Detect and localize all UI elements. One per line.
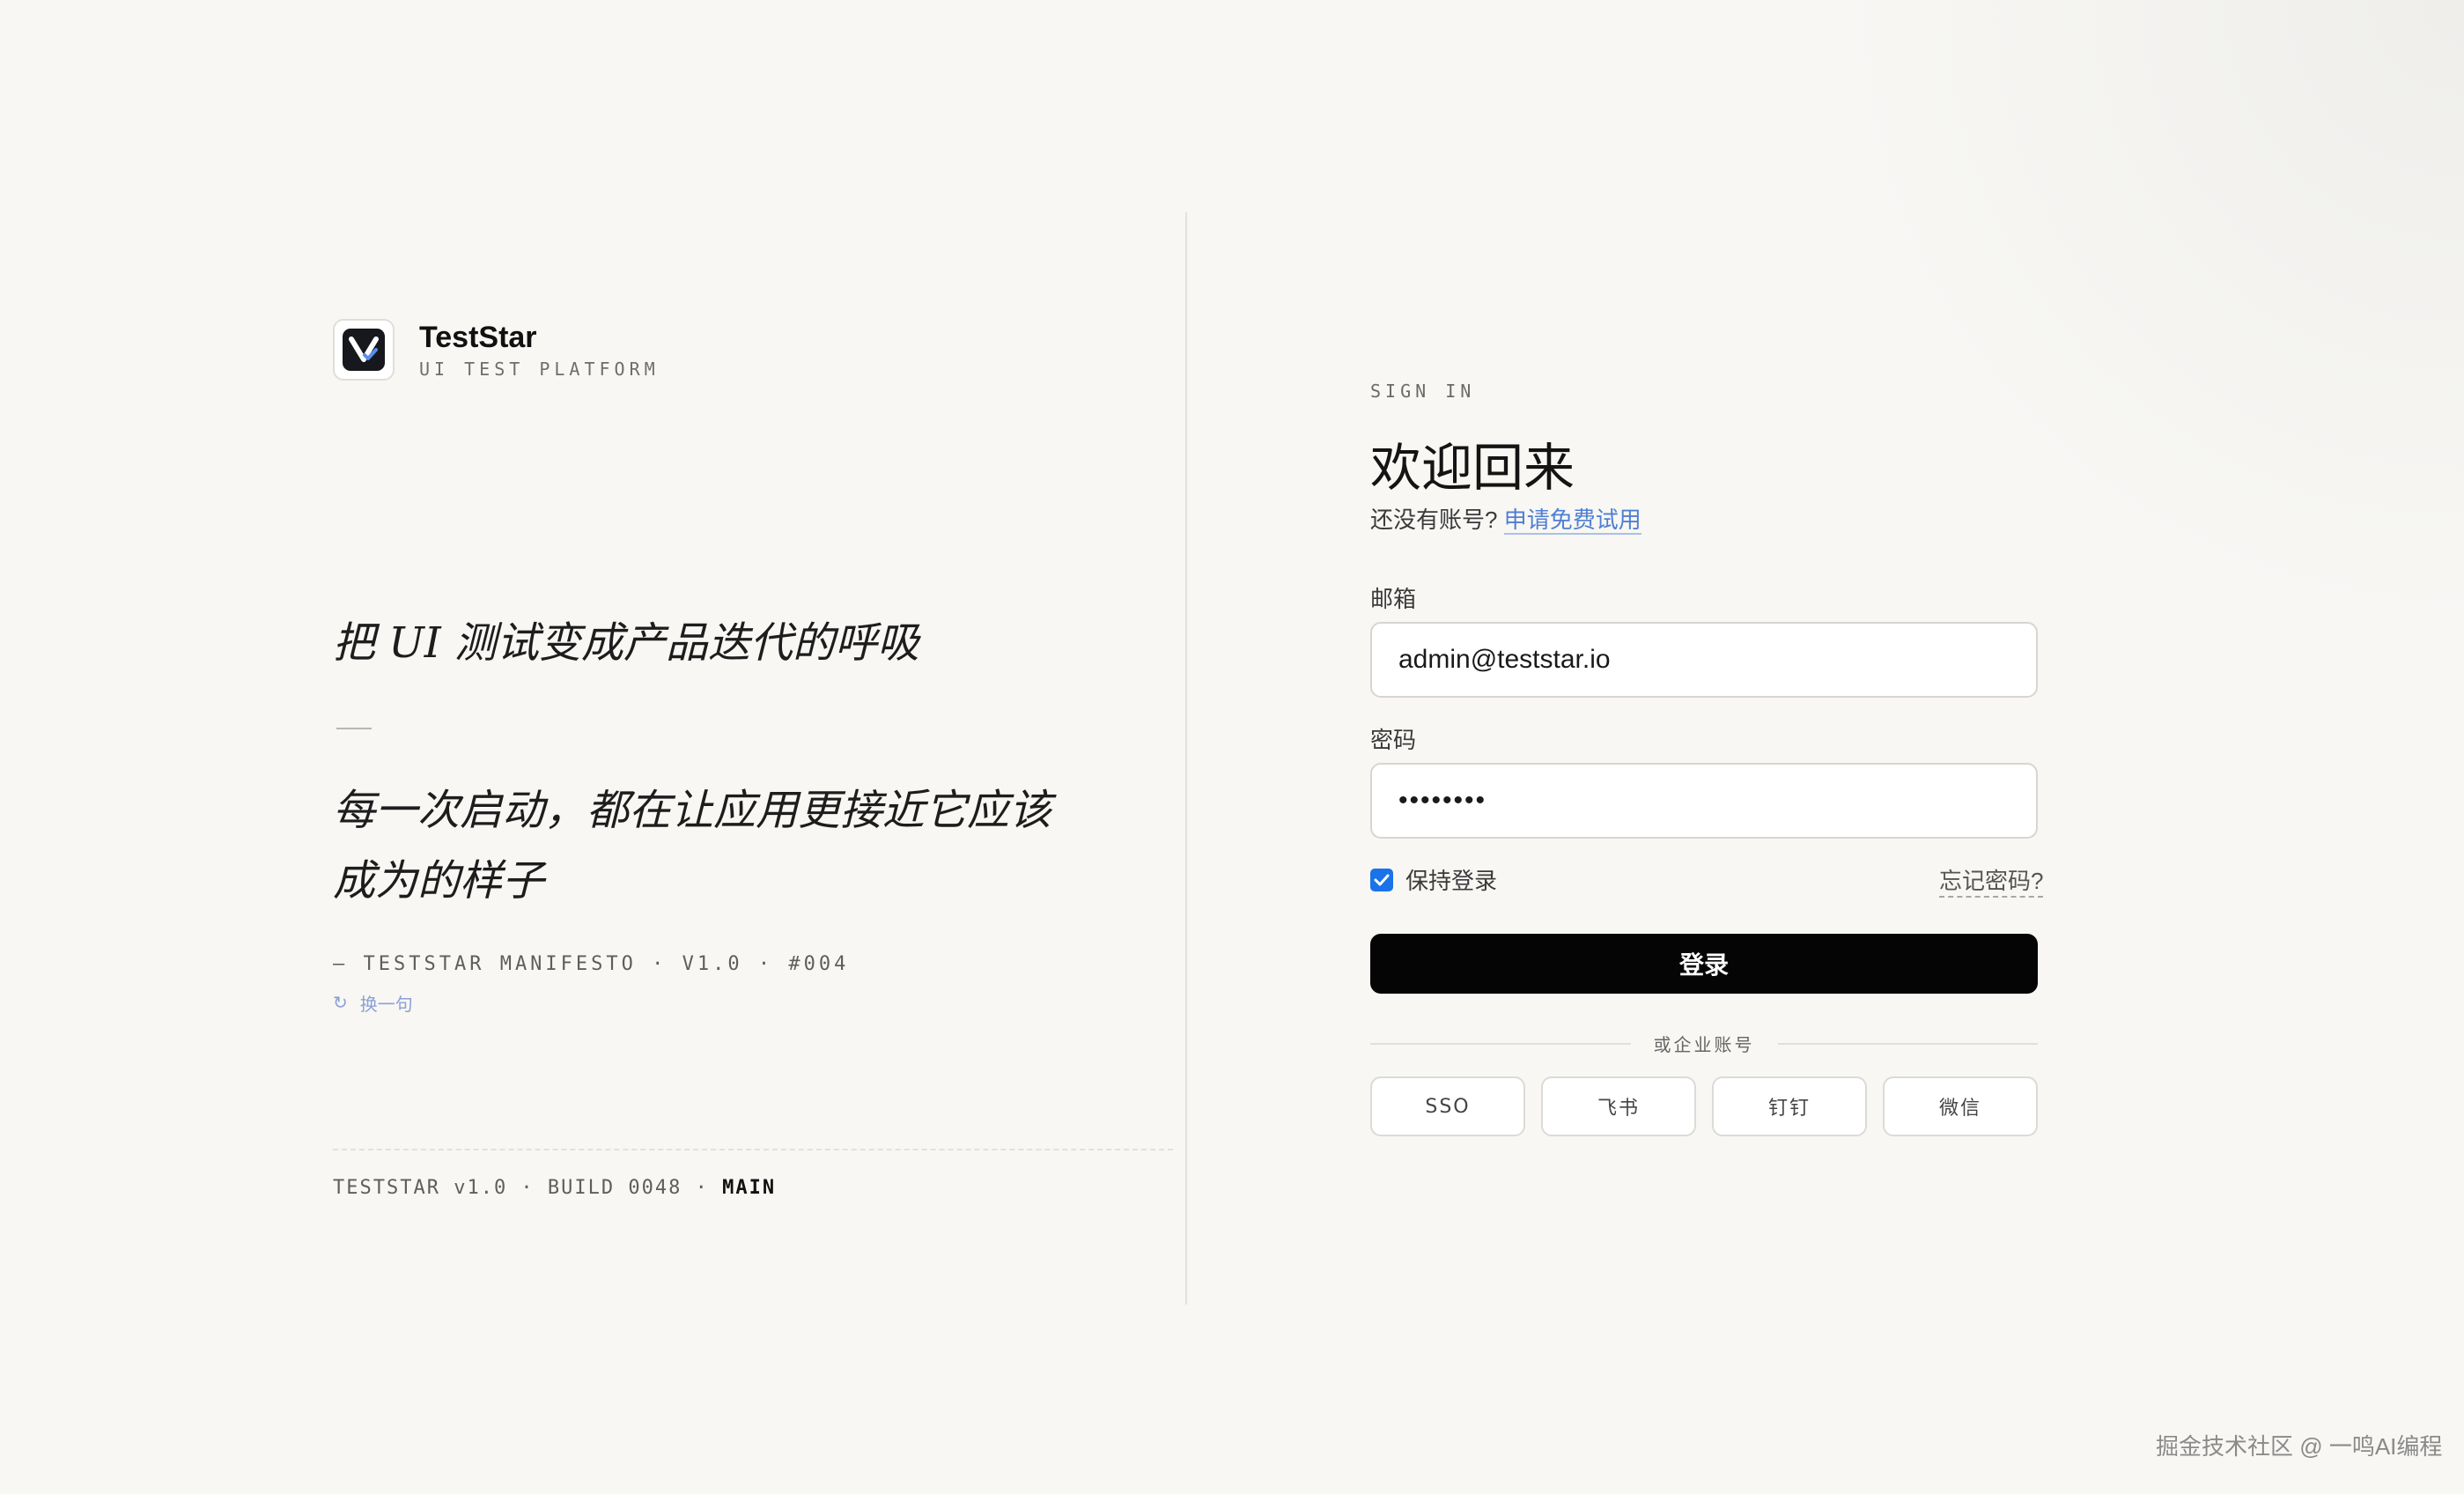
swap-quote-link[interactable]: ↻ 换一句: [333, 990, 413, 1016]
remember-me: 保持登录: [1370, 863, 1497, 896]
enterprise-label: 或企业账号: [1653, 1036, 1755, 1055]
signup-prompt: 还没有账号? 申请免费试用: [1370, 502, 1641, 535]
manifesto-quote-main: 把 UI 测试变成产品迭代的呼吸: [333, 618, 919, 668]
remember-checkbox[interactable]: [1370, 868, 1393, 891]
refresh-icon: ↻: [333, 994, 348, 1013]
build-info: TESTSTAR v1.0 · BUILD 0048 · MAIN: [333, 1177, 776, 1199]
dingtalk-button[interactable]: 钉钉: [1712, 1076, 1867, 1136]
checkmark-icon: [1374, 874, 1390, 885]
panel-divider: [1185, 212, 1187, 1305]
forgot-password-link[interactable]: 忘记密码?: [1939, 863, 2044, 898]
remember-label: 保持登录: [1405, 868, 1498, 894]
enterprise-divider: 或企业账号: [1370, 1031, 2038, 1056]
feishu-button[interactable]: 飞书: [1541, 1076, 1696, 1136]
wechat-button[interactable]: 微信: [1883, 1076, 2038, 1136]
brand-subtitle: UI TEST PLATFORM: [419, 359, 660, 380]
app-logo: [333, 319, 395, 381]
no-account-text: 还没有账号?: [1370, 507, 1498, 533]
page-title: 欢迎回来: [1370, 438, 1575, 498]
footer-divider: [333, 1149, 1173, 1150]
signin-kicker: SIGN IN: [1370, 381, 1476, 402]
quote-divider: [336, 728, 372, 729]
manifesto-quote-sub: 每一次启动，都在让应用更接近它应该成为的样子: [333, 786, 1052, 906]
password-label: 密码: [1370, 727, 1417, 753]
build-version: TESTSTAR v1.0 · BUILD 0048 ·: [333, 1177, 709, 1199]
login-button[interactable]: 登录: [1370, 934, 2038, 994]
swap-quote-label: 换一句: [359, 995, 413, 1015]
email-field[interactable]: [1370, 622, 2038, 698]
sso-button[interactable]: SSO: [1370, 1076, 1525, 1136]
sso-options: SSO 飞书 钉钉 微信: [1370, 1076, 2038, 1136]
check-logo-icon: [343, 329, 385, 371]
brand-name: TestStar: [419, 321, 537, 354]
brand-header: TestStar UI TEST PLATFORM: [333, 319, 660, 381]
free-trial-link[interactable]: 申请免费试用: [1503, 507, 1641, 535]
login-page: TestStar UI TEST PLATFORM 把 UI 测试变成产品迭代的…: [0, 0, 2464, 1494]
watermark: 掘金技术社区 @ 一鸣AI编程: [2156, 1433, 2443, 1460]
build-branch: MAIN: [722, 1177, 777, 1199]
manifesto-attribution: — TESTSTAR MANIFESTO · V1.0 · #004: [333, 953, 850, 975]
password-field[interactable]: [1370, 763, 2038, 839]
email-label: 邮箱: [1370, 586, 1417, 612]
